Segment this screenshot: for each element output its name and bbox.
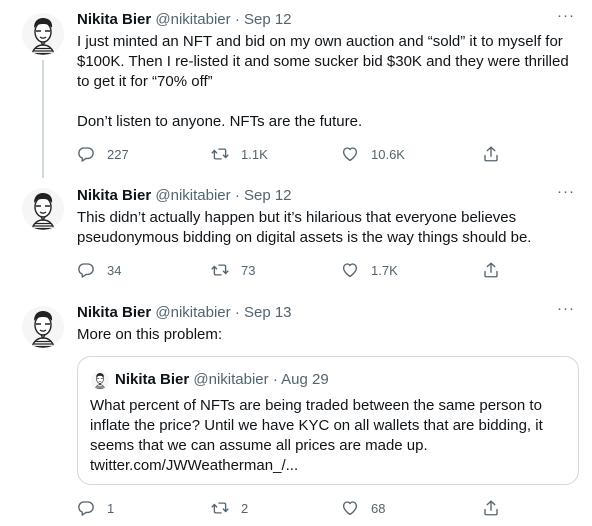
like-count: 10.6K bbox=[371, 146, 405, 162]
retweet-icon bbox=[211, 499, 229, 517]
author-name[interactable]: Nikita Bier bbox=[77, 11, 151, 28]
more-icon[interactable]: ··· bbox=[556, 184, 576, 201]
tweet-date[interactable]: Sep 13 bbox=[244, 304, 292, 321]
more-icon[interactable]: ··· bbox=[556, 8, 576, 25]
more-icon[interactable]: ··· bbox=[556, 301, 576, 318]
tweet-text: I just minted an NFT and bid on my own a… bbox=[77, 33, 569, 130]
reply-button[interactable]: 227 bbox=[77, 144, 129, 164]
author-handle[interactable]: @nikitabier bbox=[155, 187, 230, 204]
reply-icon bbox=[77, 145, 95, 163]
tweet-actions: 1 2 68 bbox=[77, 498, 507, 518]
author-name[interactable]: Nikita Bier bbox=[77, 304, 151, 321]
retweet-button[interactable]: 2 bbox=[211, 498, 248, 518]
quoted-author-handle: @nikitabier bbox=[193, 371, 269, 388]
retweet-count: 2 bbox=[241, 500, 249, 516]
author-handle[interactable]: @nikitabier bbox=[155, 304, 230, 321]
share-button[interactable] bbox=[482, 498, 500, 518]
tweet-actions: 227 1.1K 10.6K bbox=[77, 144, 507, 164]
avatar[interactable] bbox=[22, 13, 64, 55]
retweet-count: 1.1K bbox=[241, 146, 268, 162]
reply-count: 227 bbox=[107, 146, 129, 162]
tweet-text: This didn’t actually happen but it’s hil… bbox=[77, 209, 532, 246]
separator: · bbox=[234, 187, 240, 204]
quoted-author-name: Nikita Bier bbox=[115, 371, 190, 388]
tweet-header: Nikita Bier @nikitabier · Sep 12 bbox=[77, 187, 292, 205]
quoted-tweet-text: What percent of NFTs are being traded be… bbox=[90, 397, 543, 474]
like-button[interactable]: 68 bbox=[341, 498, 385, 518]
tweet-actions: 34 73 1.7K bbox=[77, 260, 507, 280]
share-icon bbox=[482, 261, 500, 279]
avatar[interactable] bbox=[22, 306, 64, 348]
share-button[interactable] bbox=[482, 144, 500, 164]
like-button[interactable]: 10.6K bbox=[341, 144, 405, 164]
like-icon bbox=[341, 499, 359, 517]
avatar[interactable] bbox=[22, 188, 64, 230]
retweet-button[interactable]: 1.1K bbox=[211, 144, 268, 164]
reply-icon bbox=[77, 499, 95, 517]
separator: · bbox=[234, 11, 240, 28]
quoted-tweet-date: Aug 29 bbox=[281, 371, 329, 388]
separator: · bbox=[272, 371, 278, 388]
tweet-header: Nikita Bier @nikitabier · Sep 12 bbox=[77, 11, 292, 29]
tweet-date[interactable]: Sep 12 bbox=[244, 187, 292, 204]
tweet-header: Nikita Bier @nikitabier · Sep 13 bbox=[77, 304, 292, 322]
retweet-icon bbox=[211, 145, 229, 163]
author-handle[interactable]: @nikitabier bbox=[155, 11, 230, 28]
thread-line bbox=[42, 60, 44, 178]
share-button[interactable] bbox=[482, 260, 500, 280]
like-count: 68 bbox=[371, 500, 386, 516]
avatar bbox=[91, 371, 109, 389]
quoted-tweet-header: Nikita Bier @nikitabier · Aug 29 bbox=[115, 371, 329, 389]
tweet-date[interactable]: Sep 12 bbox=[244, 11, 292, 28]
reply-button[interactable]: 34 bbox=[77, 260, 121, 280]
author-name[interactable]: Nikita Bier bbox=[77, 187, 151, 204]
share-icon bbox=[482, 145, 500, 163]
retweet-count: 73 bbox=[241, 262, 256, 278]
like-button[interactable]: 1.7K bbox=[341, 260, 398, 280]
retweet-button[interactable]: 73 bbox=[211, 260, 255, 280]
like-icon bbox=[341, 261, 359, 279]
like-count: 1.7K bbox=[371, 262, 398, 278]
retweet-icon bbox=[211, 261, 229, 279]
quoted-tweet[interactable]: Nikita Bier @nikitabier · Aug 29 What pe… bbox=[77, 356, 579, 485]
separator: · bbox=[234, 304, 240, 321]
reply-icon bbox=[77, 261, 95, 279]
reply-count: 34 bbox=[107, 262, 122, 278]
reply-button[interactable]: 1 bbox=[77, 498, 114, 518]
tweet-text: More on this problem: bbox=[77, 326, 223, 343]
reply-count: 1 bbox=[107, 500, 115, 516]
share-icon bbox=[482, 499, 500, 517]
like-icon bbox=[341, 145, 359, 163]
